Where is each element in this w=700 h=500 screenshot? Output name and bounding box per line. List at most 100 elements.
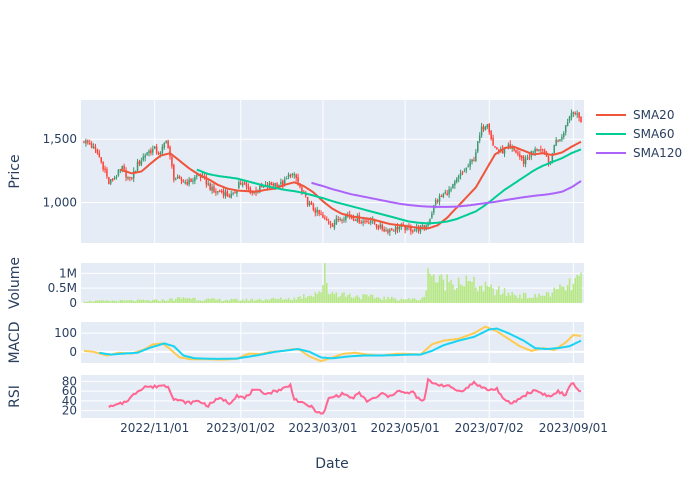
- volume-bar: [201, 301, 204, 303]
- volume-bar: [477, 291, 479, 303]
- candle-body: [389, 229, 391, 233]
- candle-body: [333, 223, 336, 228]
- candle-body: [484, 126, 487, 131]
- candle-body: [431, 213, 433, 218]
- candle-body: [163, 142, 166, 148]
- candle-body: [563, 133, 565, 138]
- volume-bar: [207, 298, 210, 303]
- volume-bar: [153, 299, 156, 303]
- volume-bar: [498, 286, 500, 303]
- legend-label: SMA60: [633, 127, 674, 141]
- candle-body: [492, 137, 494, 146]
- volume-bar: [98, 300, 101, 303]
- volume-bar: [199, 300, 202, 303]
- candle-body: [465, 167, 468, 171]
- volume-bar: [352, 298, 355, 303]
- candle-body: [276, 183, 278, 187]
- candle-body: [226, 191, 229, 196]
- volume-bar: [209, 299, 211, 303]
- volume-bar: [333, 294, 336, 303]
- volume-bar: [394, 298, 397, 303]
- volume-bar: [324, 263, 326, 303]
- volume-bar: [564, 290, 567, 303]
- volume-bar: [390, 296, 393, 303]
- chart-panels: 1,0001,500Price00.5M1MVolume0100MACD2040…: [7, 100, 584, 418]
- volume-bar: [350, 297, 353, 303]
- volume-bar: [471, 281, 473, 303]
- volume-bar: [268, 300, 271, 303]
- macd-y-tick-label: 100: [54, 326, 77, 340]
- volume-bar: [232, 299, 234, 303]
- candle-body: [121, 166, 123, 170]
- candle-body: [454, 181, 456, 186]
- volume-bar: [322, 285, 324, 303]
- volume-bar: [213, 298, 215, 303]
- volume-bar: [396, 300, 399, 303]
- candle-body: [532, 151, 534, 153]
- candle-body: [572, 112, 575, 114]
- volume-bar: [463, 286, 466, 303]
- candle-body: [90, 143, 93, 148]
- volume-bar: [180, 298, 183, 303]
- volume-bar: [387, 296, 389, 303]
- price-y-tick-label: 1,500: [43, 132, 77, 146]
- candle-body: [496, 147, 498, 150]
- volume-bar: [291, 300, 294, 303]
- candle-body: [398, 226, 401, 229]
- volume-bar: [299, 296, 301, 303]
- legend-item-sma120[interactable]: SMA120: [596, 146, 682, 160]
- volume-bar: [295, 299, 297, 303]
- price-y-tick-label: 1,000: [43, 196, 77, 210]
- volume-bar: [171, 298, 173, 303]
- candle-body: [83, 141, 85, 143]
- candle-body: [434, 200, 437, 205]
- volume-bar: [217, 299, 219, 303]
- volume-bar: [465, 275, 468, 303]
- volume-bar: [253, 300, 255, 303]
- volume-bar: [111, 300, 114, 303]
- candle-body: [486, 124, 489, 128]
- volume-bar: [400, 298, 403, 303]
- volume-bar: [381, 299, 383, 303]
- candle-body: [117, 169, 120, 176]
- candle-body: [459, 173, 462, 176]
- candle-body: [285, 178, 288, 180]
- volume-bar: [406, 299, 408, 303]
- volume-bar: [503, 288, 506, 303]
- candle-body: [354, 219, 357, 221]
- volume-bar: [337, 297, 339, 303]
- volume-bar: [121, 299, 123, 303]
- volume-bar: [144, 300, 146, 303]
- candle-body: [220, 191, 223, 193]
- legend-label: SMA20: [633, 108, 674, 122]
- candle-body: [339, 219, 341, 221]
- volume-bar: [348, 293, 351, 303]
- legend-item-sma60[interactable]: SMA60: [596, 127, 674, 141]
- volume-bar: [326, 282, 328, 303]
- candle-body: [272, 183, 275, 186]
- candle-body: [106, 169, 108, 177]
- candle-body: [574, 112, 577, 114]
- candle-body: [517, 152, 519, 155]
- candle-body: [515, 149, 517, 153]
- volume-bar: [88, 300, 91, 303]
- candle-body: [228, 195, 231, 198]
- candle-body: [127, 177, 129, 179]
- volume-y-tick-label: 0.5M: [48, 281, 77, 295]
- legend[interactable]: SMA20 SMA60 SMA120: [596, 108, 682, 160]
- candle-body: [448, 189, 450, 195]
- x-tick-labels: 2022/11/01 2023/01/02 2023/03/01 2023/05/01…: [120, 421, 608, 435]
- volume-bar: [431, 276, 433, 303]
- volume-bar: [243, 300, 246, 303]
- volume-bar: [327, 294, 330, 303]
- volume-bar: [320, 292, 322, 303]
- volume-bar: [215, 299, 217, 303]
- rsi-axis-title: RSI: [7, 385, 23, 408]
- volume-bar: [364, 294, 366, 303]
- candle-body: [421, 225, 424, 227]
- volume-bar: [454, 290, 456, 303]
- candle-body: [452, 183, 454, 189]
- macd-panel: 0 100 MACD: [7, 322, 584, 363]
- candle-body: [85, 140, 87, 144]
- legend-item-sma20[interactable]: SMA20: [596, 108, 674, 122]
